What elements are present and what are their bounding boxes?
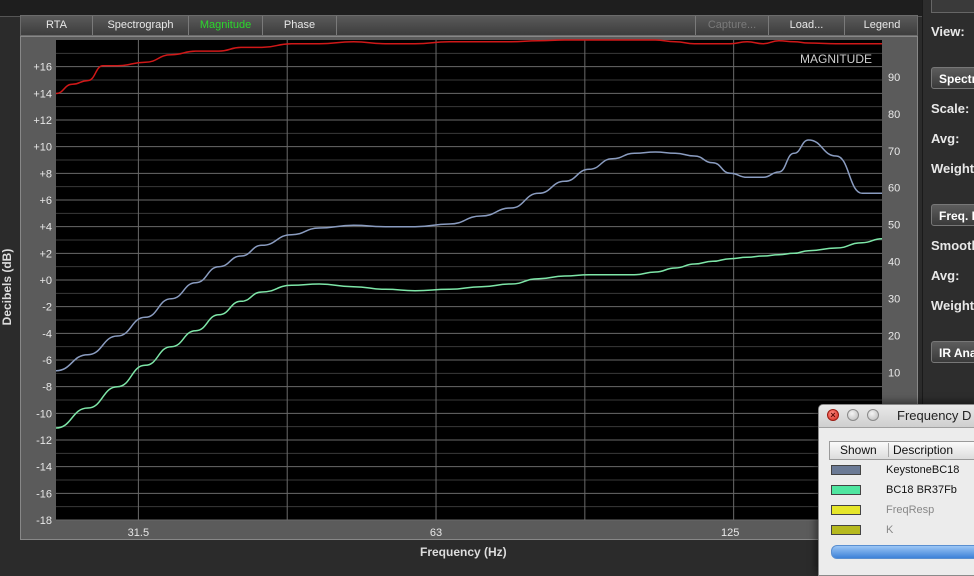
y2-tick-labels: 0102030405060708090	[888, 72, 900, 416]
x-tick-label: 63	[430, 527, 442, 539]
legend-row-name: BC18 BR37Fb	[886, 484, 957, 496]
y-tick-label: -10	[36, 408, 52, 420]
color-swatch[interactable]	[831, 525, 861, 535]
y-tick-label: +10	[33, 142, 52, 154]
chart-title: MAGNITUDE	[800, 52, 872, 66]
spectrograph-settings-button[interactable]: Spectrograph	[931, 67, 974, 89]
y2-tick-label: 40	[888, 257, 900, 269]
legend-row[interactable]: BC18 BR37Fb	[831, 481, 974, 501]
y2-tick-label: 70	[888, 146, 900, 158]
close-icon[interactable]: ×	[827, 409, 839, 421]
y-tick-label: -18	[36, 515, 52, 527]
y-tick-label: -6	[42, 355, 52, 367]
description-column-header[interactable]: Description	[888, 443, 953, 457]
x-tick-label: 31.5	[128, 527, 149, 539]
y-tick-label: +8	[39, 168, 52, 180]
y2-tick-label: 60	[888, 183, 900, 195]
x-tick-label: 125	[721, 527, 739, 539]
top-partial-button[interactable]	[931, 0, 974, 13]
y-tick-label: +12	[33, 115, 52, 127]
legend-window-titlebar[interactable]: × Frequency D	[819, 405, 974, 428]
y-tick-label: -8	[42, 382, 52, 394]
y-tick-label: -12	[36, 435, 52, 447]
y2-tick-label: 50	[888, 220, 900, 232]
y2-tick-label: 30	[888, 293, 900, 305]
avg-label-2: Avg:	[931, 268, 960, 283]
legend-row[interactable]: FreqResp	[831, 501, 974, 521]
x-axis-label: Frequency (Hz)	[420, 545, 507, 559]
legend-window: × Frequency D Shown Description Keystone…	[818, 404, 974, 576]
legend-row[interactable]: K	[831, 521, 974, 541]
y-tick-label: +4	[39, 222, 52, 234]
x-tick-labels: 31.5 63 125	[128, 527, 740, 539]
smoothing-label: Smooth	[931, 238, 974, 253]
y2-tick-label: 20	[888, 330, 900, 342]
zoom-icon[interactable]	[867, 409, 879, 421]
y-tick-label: +0	[39, 275, 52, 287]
y-tick-label: +2	[39, 248, 52, 260]
legend-window-title: Frequency D	[897, 408, 972, 423]
magnitude-chart: -18 -16 -14 -12 -10 -8 -6 -4 -2 +0 +2 +4 +6 +8 +10 +12 +…	[33, 39, 900, 539]
ir-analysis-button[interactable]: IR Analysis	[931, 341, 974, 363]
y2-tick-label: 90	[888, 72, 900, 84]
legend-row-name: FreqResp	[886, 504, 935, 516]
y-axis-label: Decibels (dB)	[0, 248, 14, 326]
y-tick-label: -4	[42, 328, 52, 340]
y2-tick-label: 10	[888, 367, 900, 379]
shown-column-header[interactable]: Shown	[840, 443, 877, 457]
legend-row-name: K	[886, 524, 894, 536]
color-swatch[interactable]	[831, 465, 861, 475]
y-tick-label: -16	[36, 488, 52, 500]
horizontal-scrollbar[interactable]	[831, 545, 974, 559]
y-tick-label: +14	[33, 88, 52, 100]
avg-label: Avg:	[931, 131, 960, 146]
color-swatch[interactable]	[831, 505, 861, 515]
y-tick-label: -2	[42, 302, 52, 314]
y-tick-label: -14	[36, 462, 52, 474]
color-swatch[interactable]	[831, 485, 861, 495]
minimize-icon[interactable]	[847, 409, 859, 421]
legend-row-name: KeystoneBC18	[886, 464, 960, 476]
scale-label: Scale:	[931, 101, 970, 116]
y2-tick-label: 80	[888, 109, 900, 121]
freq-resp-settings-button[interactable]: Freq. Resp	[931, 204, 974, 226]
weight-label: Weight	[931, 161, 974, 176]
y-tick-label: +6	[39, 195, 52, 207]
y-tick-label: +16	[33, 62, 52, 74]
view-label: View:	[931, 24, 965, 39]
legend-row[interactable]: KeystoneBC18	[831, 461, 974, 481]
weight-label-2: Weight	[931, 298, 974, 313]
legend-table-header: Shown Description	[829, 441, 974, 460]
y-tick-labels: -18 -16 -14 -12 -10 -8 -6 -4 -2 +0 +2 +4 +6 +8 +10 +12 +…	[33, 62, 52, 527]
